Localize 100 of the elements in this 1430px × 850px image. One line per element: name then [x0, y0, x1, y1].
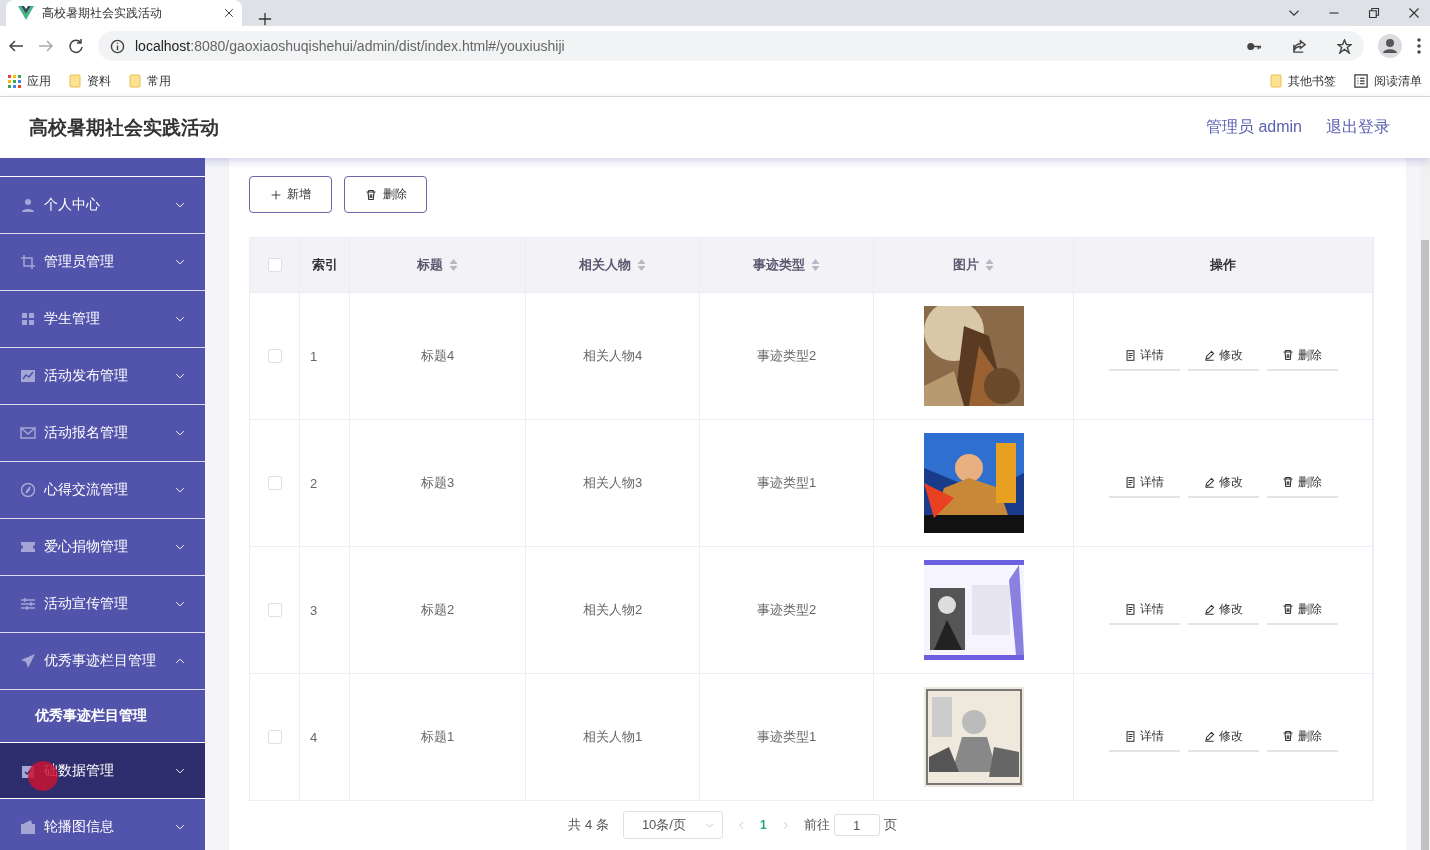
user-link[interactable]: 管理员 admin	[1205, 117, 1302, 138]
tab-title: 高校暑期社会实践活动	[42, 4, 163, 22]
chevron-down-icon	[175, 599, 185, 609]
forward-arrow-icon	[38, 38, 54, 54]
column-header[interactable]: 事迹类型	[753, 256, 805, 274]
goto-label: 前往	[803, 816, 830, 834]
checkbox[interactable]	[267, 603, 282, 617]
compass-icon	[20, 482, 36, 498]
bookmark[interactable]: 常用	[129, 72, 171, 90]
info-icon	[110, 38, 125, 54]
avatar-icon[interactable]	[1378, 34, 1402, 58]
table-cell: 事迹类型2	[756, 601, 817, 619]
star-icon	[1337, 38, 1352, 54]
crop-icon	[20, 254, 36, 270]
bookmark[interactable]: 应用	[8, 72, 51, 90]
sort-icon[interactable]	[637, 258, 646, 272]
share-icon	[1292, 38, 1307, 54]
table-cell: 事迹类型2	[756, 347, 817, 365]
pencil-icon	[1203, 349, 1215, 361]
document-icon	[1124, 349, 1136, 361]
grid-icon	[20, 311, 36, 327]
table-cell: 标题1	[420, 728, 455, 746]
close-icon	[1408, 7, 1420, 19]
checkbox[interactable]	[267, 258, 282, 272]
ticket-icon	[20, 539, 36, 555]
trash-icon	[364, 188, 377, 201]
cursor-icon	[28, 761, 58, 791]
column-header: 操作	[1210, 256, 1236, 274]
chevron-down-icon	[175, 485, 185, 495]
add-button[interactable]: 新增	[249, 176, 332, 213]
page-suffix: 页	[883, 816, 897, 834]
browser-tab[interactable]: 高校暑期社会实践活动	[6, 0, 242, 26]
mail-icon	[20, 425, 36, 441]
list-icon	[1354, 74, 1368, 88]
chevron-down-icon	[175, 822, 185, 832]
pencil-icon	[1203, 476, 1215, 488]
restore-icon	[1368, 7, 1380, 19]
table-cell: 相关人物4	[582, 347, 643, 365]
document-icon	[1124, 476, 1136, 488]
column-header: 索引	[311, 256, 338, 274]
bookmark[interactable]: 其他书签	[1270, 72, 1336, 90]
table-cell: 4	[310, 729, 318, 745]
site-title: 高校暑期社会实践活动	[29, 115, 219, 140]
document-icon	[1124, 730, 1136, 742]
column-header[interactable]: 相关人物	[579, 256, 631, 274]
trash-icon	[1282, 730, 1294, 742]
chevron-right-icon	[780, 820, 790, 830]
bookmark[interactable]: 阅读清单	[1354, 72, 1422, 90]
scrollbar-thumb[interactable]	[1421, 240, 1429, 850]
chevron-down-icon	[175, 314, 185, 324]
bookmark[interactable]: 资料	[69, 72, 111, 90]
apps-grid-icon	[8, 74, 21, 88]
url-text[interactable]: localhost:8080/gaoxiaoshuqishehui/admin/dist/index.html#/youxiushiji	[135, 38, 565, 54]
page-input[interactable]: 1	[833, 814, 880, 836]
checkbox[interactable]	[267, 349, 282, 363]
column-header[interactable]: 图片	[953, 256, 979, 274]
table-cell: 标题3	[420, 474, 455, 492]
sort-icon[interactable]	[449, 258, 458, 272]
sidebar-subitem[interactable]: 优秀事迹栏目管理	[0, 690, 205, 742]
folder-icon	[1270, 74, 1282, 88]
trash-icon	[1282, 349, 1294, 361]
checkbox[interactable]	[267, 730, 282, 744]
column-header[interactable]: 标题	[417, 256, 443, 274]
document-icon	[1124, 603, 1136, 615]
delete-button[interactable]: 删除	[344, 176, 427, 213]
table-cell: 相关人物1	[582, 728, 643, 746]
table-cell: 事迹类型1	[756, 728, 817, 746]
chevron-down-icon	[175, 371, 185, 381]
chevron-down-icon	[175, 428, 185, 438]
checkbox[interactable]	[267, 476, 282, 490]
folder-icon	[129, 74, 141, 88]
pencil-icon	[1203, 730, 1215, 742]
table-cell: 1	[310, 348, 318, 364]
trash-icon	[1282, 603, 1294, 615]
sidebar-item[interactable]: 础数据管理	[0, 742, 205, 799]
sort-icon[interactable]	[811, 258, 820, 272]
chart-icon	[20, 368, 36, 384]
chevron-down-icon	[704, 820, 714, 830]
wallet-icon	[20, 819, 36, 835]
chevron-down-icon	[175, 200, 185, 210]
chevron-left-icon	[736, 820, 746, 830]
table-cell: 标题4	[420, 347, 455, 365]
close-icon	[224, 8, 234, 18]
user-icon	[20, 197, 36, 213]
v-logo-icon	[18, 6, 34, 20]
plane-icon	[20, 653, 36, 669]
chevron-down-icon	[175, 542, 185, 552]
folder-icon	[69, 74, 81, 88]
menu-dots-icon	[1416, 38, 1422, 54]
pencil-icon	[1203, 603, 1215, 615]
page-size-select[interactable]: 10条/页	[622, 811, 723, 839]
table-cell: 3	[310, 602, 318, 618]
table-cell: 2	[310, 475, 318, 491]
back-arrow-icon	[8, 38, 24, 54]
chevron-up-icon	[175, 656, 185, 666]
sort-icon[interactable]	[985, 258, 994, 272]
logout-link[interactable]: 退出登录	[1326, 117, 1390, 138]
table-cell: 相关人物2	[582, 601, 643, 619]
table-cell: 相关人物3	[582, 474, 643, 492]
plus-icon	[258, 12, 272, 26]
